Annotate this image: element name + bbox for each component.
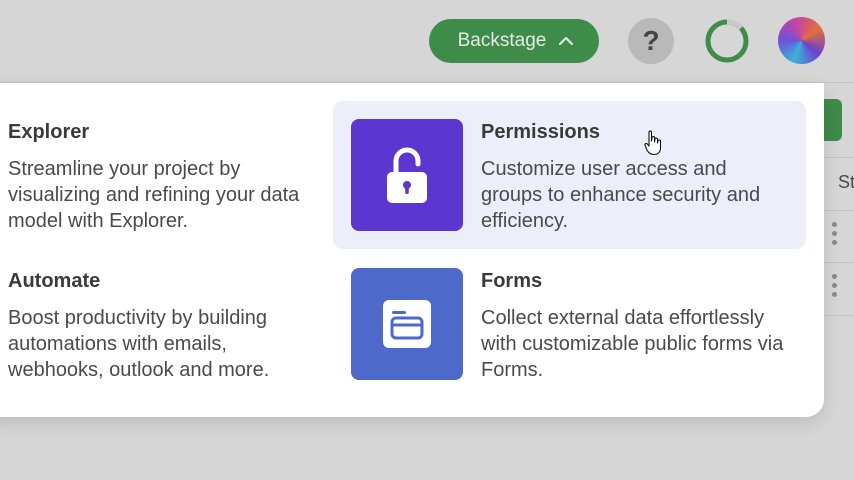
avatar[interactable] [778, 17, 825, 64]
row-menu-icon[interactable] [832, 222, 838, 245]
top-bar: Backstage ? [0, 0, 854, 83]
form-icon [383, 300, 431, 348]
menu-item-forms[interactable]: Forms Collect external data effortlessly… [333, 250, 806, 398]
table-divider [824, 157, 854, 158]
hand-cursor-icon [644, 130, 662, 156]
permissions-tile [351, 119, 463, 231]
menu-item-explorer[interactable]: Explorer Streamline your project by visu… [0, 101, 320, 249]
backstage-button[interactable]: Backstage [429, 19, 599, 63]
menu-item-description: Collect external data effortlessly with … [481, 307, 784, 381]
table-divider [824, 262, 854, 263]
menu-item-title: Explorer [8, 121, 90, 143]
backstage-label: Backstage [457, 30, 547, 51]
row-menu-icon[interactable] [832, 274, 838, 297]
progress-ring-icon[interactable] [703, 17, 751, 65]
help-icon: ? [642, 25, 660, 56]
menu-item-title: Permissions [481, 121, 600, 143]
chevron-up-icon [558, 30, 574, 52]
backstage-menu-panel: Explorer Streamline your project by visu… [0, 83, 824, 417]
menu-item-description: Customize user access and groups to enha… [481, 158, 761, 232]
menu-item-title: Forms [481, 270, 543, 292]
menu-item-permissions[interactable]: Permissions Customize user access and gr… [333, 101, 806, 249]
forms-tile [351, 268, 463, 380]
column-header-partial: St [838, 172, 854, 192]
table-divider [824, 210, 854, 211]
menu-item-title: Automate [8, 270, 101, 292]
table-divider [824, 315, 854, 316]
help-button[interactable]: ? [628, 18, 674, 64]
unlock-icon [387, 147, 427, 203]
menu-item-description: Streamline your project by visualizing a… [8, 158, 300, 232]
menu-item-description: Boost productivity by building automatio… [8, 307, 270, 381]
menu-item-automate[interactable]: Automate Boost productivity by building … [0, 250, 320, 398]
